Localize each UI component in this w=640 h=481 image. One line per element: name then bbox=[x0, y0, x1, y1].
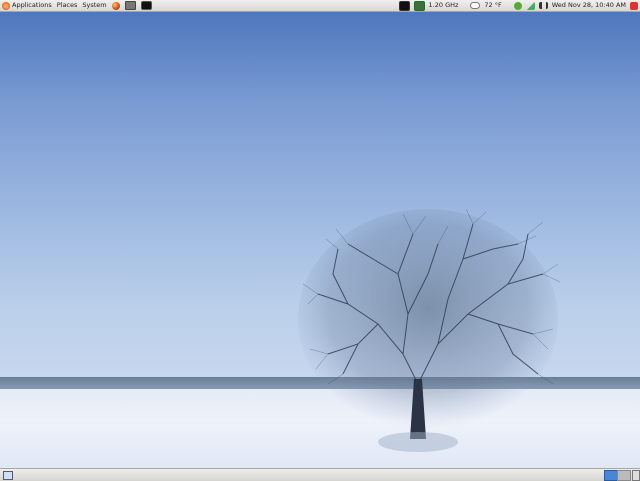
places-menu[interactable]: Places bbox=[57, 0, 78, 11]
top-panel-left: Applications Places System bbox=[2, 0, 152, 11]
top-panel: Applications Places System 1.20 GHz 72 °… bbox=[0, 0, 640, 12]
bottom-panel bbox=[0, 468, 640, 481]
temperature-label: 72 °F bbox=[484, 1, 502, 9]
clock[interactable]: Wed Nov 28, 10:40 AM bbox=[552, 0, 626, 11]
applications-menu[interactable]: Applications bbox=[2, 0, 52, 11]
system-monitor-icon[interactable] bbox=[398, 0, 410, 11]
system-menu-label: System bbox=[82, 1, 107, 9]
desktop-wallpaper[interactable] bbox=[0, 12, 640, 468]
update-notifier-icon[interactable] bbox=[513, 1, 522, 10]
network-icon[interactable] bbox=[525, 1, 535, 10]
terminal-icon[interactable] bbox=[140, 1, 152, 10]
weather-cloud-icon[interactable] bbox=[470, 2, 481, 9]
applications-menu-label: Applications bbox=[12, 1, 52, 9]
trash-icon[interactable] bbox=[632, 470, 640, 481]
snowy-tree-image bbox=[298, 208, 561, 452]
ubuntu-logo-icon bbox=[2, 1, 10, 10]
cpu-frequency-icon[interactable] bbox=[413, 0, 425, 11]
top-panel-right: 1.20 GHz 72 °F Wed Nov 28, 10:40 AM bbox=[398, 0, 638, 11]
workspace-2-button[interactable] bbox=[617, 470, 631, 481]
firefox-icon[interactable] bbox=[111, 1, 120, 10]
places-menu-label: Places bbox=[56, 1, 78, 9]
workspace-1-button[interactable] bbox=[604, 470, 618, 481]
volume-icon[interactable] bbox=[538, 2, 548, 9]
mail-icon[interactable] bbox=[124, 1, 136, 10]
cpu-frequency-label: 1.20 GHz bbox=[428, 1, 459, 9]
system-menu[interactable]: System bbox=[82, 0, 106, 11]
quit-icon[interactable] bbox=[630, 1, 638, 10]
show-desktop-icon[interactable] bbox=[3, 471, 13, 480]
